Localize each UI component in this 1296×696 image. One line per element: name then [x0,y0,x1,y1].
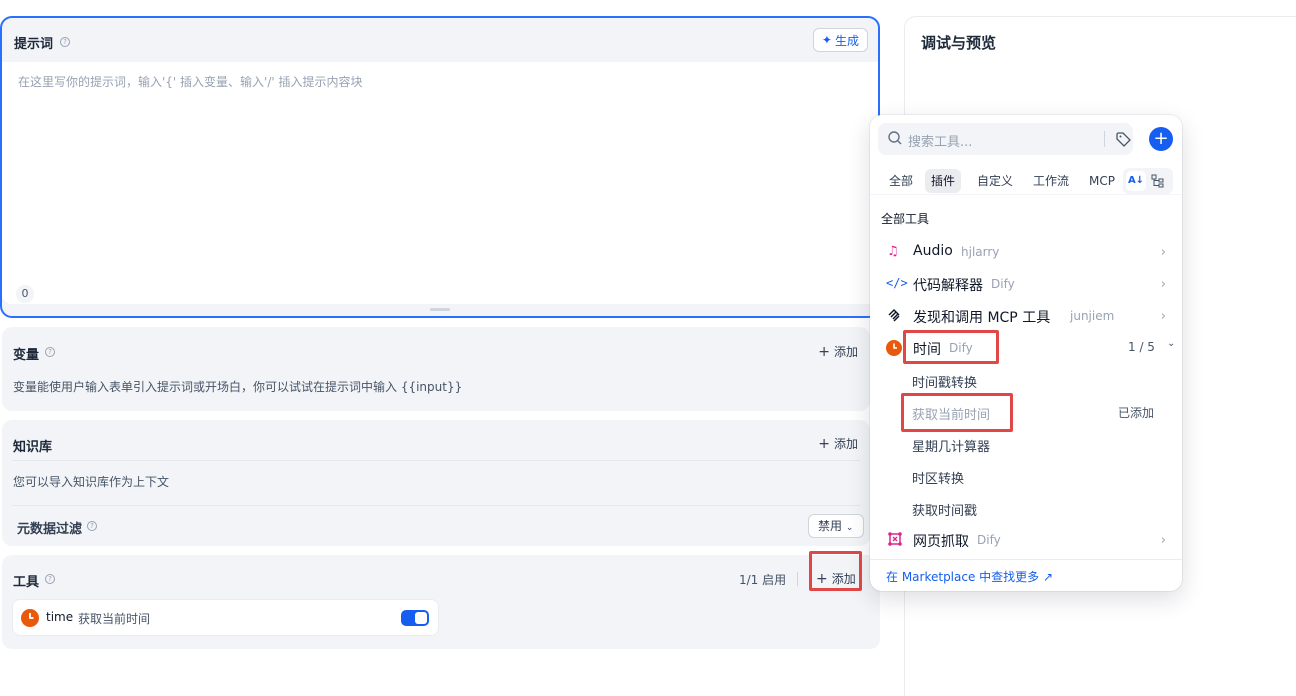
knowledge-description: 您可以导入知识库作为上下文 [13,475,170,489]
chevron-right-icon: › [1160,309,1166,324]
tool-row-web-scraper[interactable]: 网页抓取 Dify › [870,524,1182,556]
web-scraper-icon [887,531,903,551]
action-label: 时区转换 [912,472,965,487]
audio-icon: ♫ [887,244,899,259]
resize-handle[interactable] [430,308,450,311]
tool-name: 发现和调用 MCP 工具 [913,310,1051,326]
tool-name: 代码解释器 [913,278,983,294]
tool-item-name: time [46,610,74,624]
help-icon[interactable]: ? [87,521,97,531]
tool-author: hjlarry [961,245,1000,259]
tools-enabled-count: 1/1 启用 [739,573,787,587]
tab-custom[interactable]: 自定义 [971,169,1019,193]
tab-workflow[interactable]: 工作流 [1027,169,1075,193]
action-row[interactable]: 时间戳转换 [870,364,1182,396]
clock-icon [886,340,902,356]
generate-button[interactable]: ✦ 生成 [812,28,868,52]
tool-name: 网页抓取 [913,534,969,550]
prompt-panel: 提示词 ? ✦ 生成 在这里写你的提示词，输入'{' 插入变量、输入'/' 插入… [0,16,880,318]
generate-label: 生成 [834,33,859,48]
prompt-title: 提示词 [14,37,54,52]
chevron-right-icon: › [1160,533,1166,548]
add-label: 添加 [833,437,858,451]
add-label: 添加 [833,345,858,359]
tool-author: Dify [977,533,1001,547]
tab-plugins[interactable]: 插件 [925,169,962,193]
code-icon: </> [886,276,908,290]
prompt-header: 提示词 ? ✦ 生成 [2,18,878,62]
help-icon[interactable]: ? [45,574,55,584]
tree-view-icon[interactable] [1151,173,1165,192]
action-row[interactable]: 获取时间戳 [870,492,1182,524]
chevron-right-icon: › [1160,245,1166,260]
tab-mcp[interactable]: MCP [1083,169,1121,193]
tool-name: Audio [913,243,953,259]
highlight-current-time-action [901,393,1013,432]
variables-description: 变量能使用户输入表单引入提示词或开场白，你可以试试在提示词中输入 {{input… [13,380,463,394]
metadata-filter-label: 元数据过滤 [17,522,83,537]
variables-section: 变量 ? + 添加 变量能使用户输入表单引入提示词或开场白，你可以试试在提示词中… [2,327,870,411]
action-label: 获取时间戳 [912,504,978,519]
action-row[interactable]: 星期几计算器 [870,428,1182,460]
sparkle-icon: ✦ [821,33,832,47]
action-row[interactable]: 时区转换 [870,460,1182,492]
sort-az-icon[interactable]: A↓ [1126,171,1146,191]
divider [797,572,798,586]
add-tool-circle-button[interactable]: + [1149,127,1173,151]
tool-item-action: 获取当前时间 [78,612,151,626]
metadata-filter-select[interactable]: 禁用 ⌄ [808,514,864,538]
highlight-time-tool [903,330,999,364]
chevron-down-icon: ⌄ [845,523,854,533]
search-placeholder: 搜索工具... [908,135,973,150]
add-knowledge-button[interactable]: + 添加 [818,435,858,452]
divider [870,194,1182,195]
knowledge-section: 知识库 + 添加 您可以导入知识库作为上下文 元数据过滤 ? 禁用 ⌄ [2,420,870,546]
marketplace-link[interactable]: 在 Marketplace 中查找更多 ↗ [886,568,1053,585]
added-status: 已添加 [1118,406,1155,420]
chevron-down-icon: ⌄ [1167,338,1176,349]
chevron-right-icon: › [1160,277,1166,292]
knowledge-title: 知识库 [13,440,53,455]
help-icon[interactable]: ? [60,37,70,47]
action-label: 时间戳转换 [912,376,978,391]
clock-icon [21,609,39,627]
mcp-icon [887,308,902,327]
divider [1104,131,1105,147]
action-label: 星期几计算器 [912,440,991,455]
divider [870,559,1182,560]
add-variable-button[interactable]: + 添加 [818,343,858,360]
tool-row-audio[interactable]: ♫ Audio hjlarry › [870,236,1182,268]
toggle-knob [415,612,427,624]
tool-item[interactable]: time 获取当前时间 [12,599,439,636]
prompt-editor[interactable]: 在这里写你的提示词，输入'{' 插入变量、输入'/' 插入提示内容块 0 [2,62,878,311]
action-count: 1 / 5 [1128,340,1155,354]
char-count: 0 [16,285,34,303]
tool-row-mcp[interactable]: 发现和调用 MCP 工具 junjiem › [870,300,1182,332]
tab-all[interactable]: 全部 [883,169,919,193]
tool-row-code-interpreter[interactable]: </> 代码解释器 Dify › [870,268,1182,300]
tag-icon[interactable] [1115,131,1131,151]
plus-icon: + [818,343,830,360]
divider [12,505,860,506]
tool-author: Dify [991,277,1015,291]
search-icon [887,130,903,150]
divider [12,460,860,461]
tool-enabled-toggle[interactable] [401,610,429,626]
tools-section: 工具 ? 1/1 启用 + 添加 time 获取当前时间 [2,555,880,649]
highlight-add-tool [809,551,862,591]
plus-icon: + [818,435,830,452]
metadata-filter-value: 禁用 [818,519,843,533]
debug-title: 调试与预览 [921,34,997,52]
tools-title: 工具 [13,575,40,590]
tool-author: junjiem [1070,309,1115,323]
prompt-placeholder: 在这里写你的提示词，输入'{' 插入变量、输入'/' 插入提示内容块 [18,75,363,89]
help-icon[interactable]: ? [45,347,55,357]
all-tools-label: 全部工具 [881,212,930,226]
variables-title: 变量 [13,348,40,363]
tool-search-input[interactable]: 搜索工具... [878,123,1133,155]
